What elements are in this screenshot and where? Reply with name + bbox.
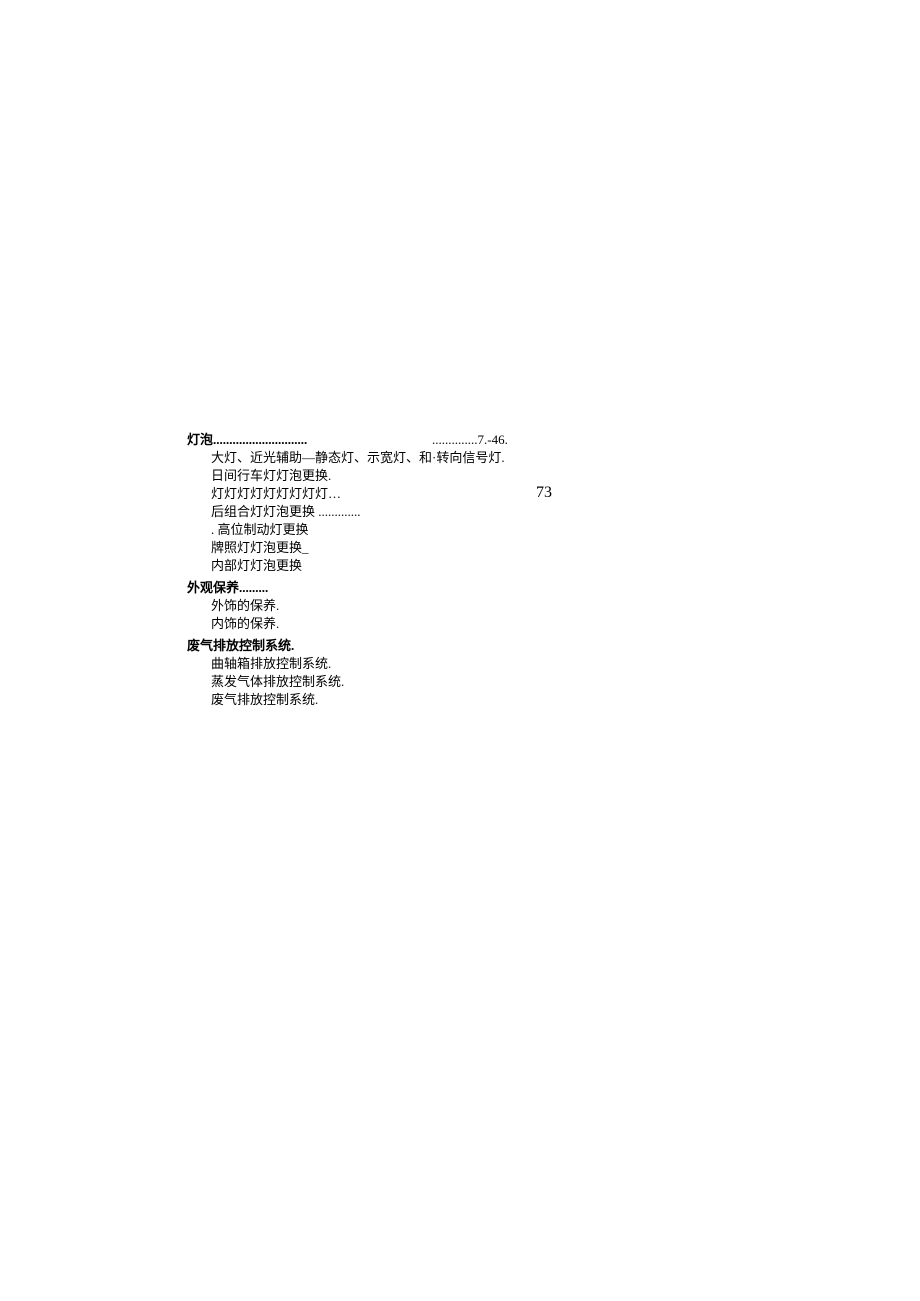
toc-item: . 高位制动灯更换 xyxy=(187,521,432,539)
toc-item: 蒸发气体排放控制系统. xyxy=(187,673,432,691)
toc-item: 废气排放控制系统. xyxy=(187,691,432,709)
toc-item: 内饰的保养. xyxy=(187,615,432,633)
heading-bulbs: 灯泡............................. xyxy=(187,431,432,449)
heading-exterior-care: 外观保养......... xyxy=(187,579,432,597)
toc-item: 牌照灯灯泡更换_ xyxy=(187,539,432,557)
toc-item: 外饰的保养. xyxy=(187,597,432,615)
toc-item-turn-signal: ·转向信号灯. xyxy=(432,449,552,467)
toc-item: 后组合灯灯泡更换 ............. xyxy=(187,503,432,521)
heading-emission-control: 废气排放控制系统. xyxy=(187,637,432,655)
toc-item: 内部灯灯泡更换 xyxy=(187,557,432,575)
page-reference: ..............7.-46. xyxy=(432,431,552,449)
toc-item: 曲轴箱排放控制系统. xyxy=(187,655,432,673)
section-bulbs: 灯泡............................. 大灯、近光辅助—… xyxy=(187,431,432,575)
toc-content: 灯泡............................. 大灯、近光辅助—… xyxy=(187,431,557,713)
toc-item: 灯灯灯灯灯灯灯灯灯… xyxy=(187,485,432,503)
column-left: 灯泡............................. 大灯、近光辅助—… xyxy=(187,431,432,713)
page-number: 73 xyxy=(432,483,552,503)
section-exterior-care: 外观保养......... 外饰的保养. 内饰的保养. xyxy=(187,579,432,633)
toc-item: 大灯、近光辅助—静态灯、示宽灯、和日间行车灯灯泡更换. xyxy=(187,449,432,485)
section-emission-control: 废气排放控制系统. 曲轴箱排放控制系统. 蒸发气体排放控制系统. 废气排放控制系… xyxy=(187,637,432,709)
column-right: ..............7.-46. ·转向信号灯. 73 xyxy=(432,431,552,503)
